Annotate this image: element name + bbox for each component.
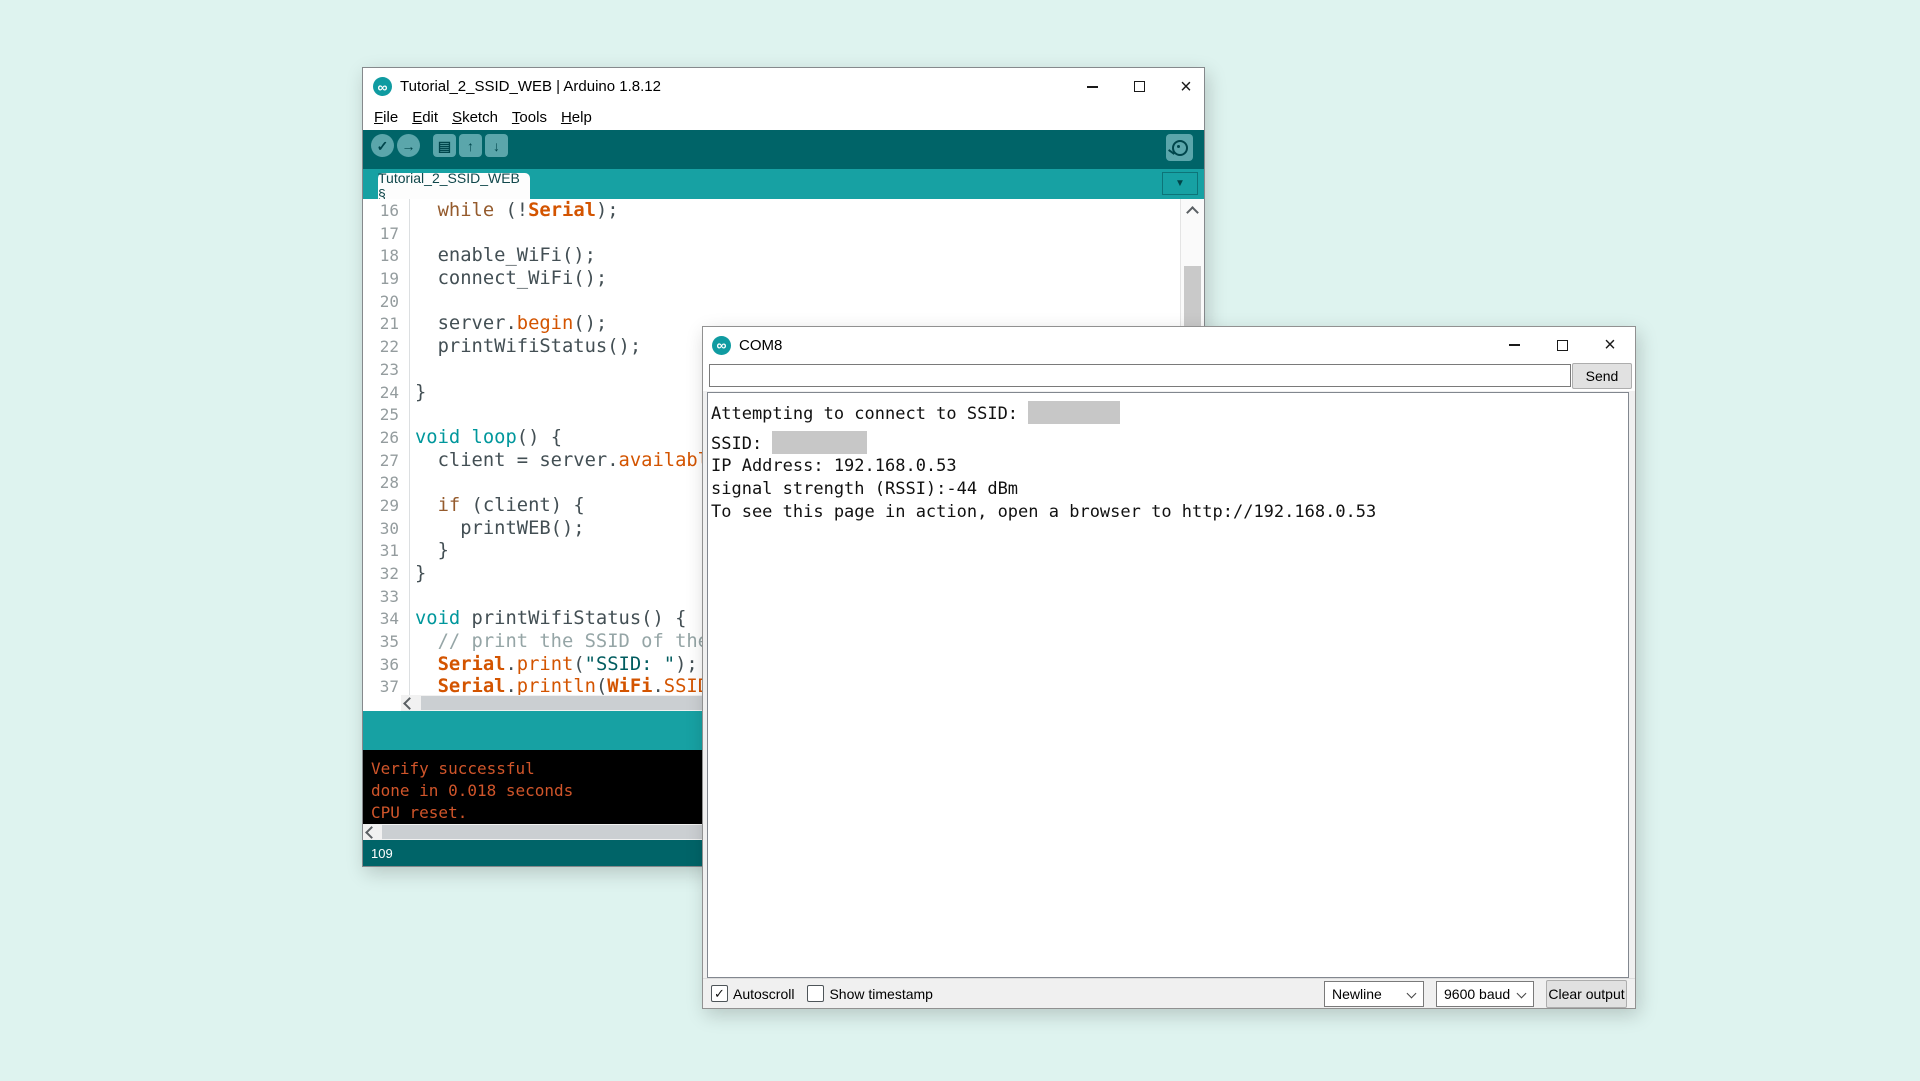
maximize-icon: [1134, 81, 1145, 92]
line-ending-dropdown[interactable]: Newline: [1324, 981, 1424, 1007]
clear-output-button[interactable]: Clear output: [1546, 980, 1627, 1008]
serial-output-line: signal strength (RSSI):-44 dBm: [711, 478, 1628, 501]
line-number: 18: [363, 245, 409, 268]
line-number: 35: [363, 631, 409, 654]
serial-minimize-button[interactable]: [1507, 338, 1521, 352]
menu-bar: FileEditSketchToolsHelp: [363, 105, 1204, 130]
scroll-left-icon: [365, 826, 378, 839]
toolbar-buttons: ✓ → ▤ ↑ ↓: [371, 134, 511, 157]
line-number: 29: [363, 495, 409, 518]
code-line-19: 19 connect_WiFi();: [363, 268, 1204, 291]
line-number: 22: [363, 336, 409, 359]
line-number: 24: [363, 382, 409, 405]
verify-button[interactable]: ✓: [371, 134, 394, 157]
autoscroll-checkbox[interactable]: ✓: [711, 985, 728, 1002]
line-number: 17: [363, 223, 409, 246]
code-line-20: 20: [363, 291, 1204, 314]
autoscroll-label: Autoscroll: [733, 986, 794, 1002]
line-number: 28: [363, 472, 409, 495]
baud-rate-dropdown[interactable]: 9600 baud: [1436, 981, 1534, 1007]
arduino-logo-icon: ∞: [712, 336, 731, 355]
ide-maximize-button[interactable]: [1132, 80, 1146, 94]
serial-output-line: To see this page in action, open a brows…: [711, 501, 1628, 524]
baud-rate-value: 9600 baud: [1444, 986, 1510, 1002]
code-line-16: 16 while (!Serial);: [363, 200, 1204, 223]
serial-bottom-bar: ✓ Autoscroll Show timestamp Newline 9600…: [703, 978, 1635, 1008]
new-sketch-icon: ▤: [438, 139, 451, 153]
verify-icon: ✓: [377, 139, 389, 153]
upload-icon: →: [402, 139, 416, 153]
chevron-down-icon: [1517, 988, 1527, 998]
chevron-down-icon: [1407, 988, 1417, 998]
tab-list-dropdown-button[interactable]: ▼: [1162, 172, 1198, 195]
line-number: 26: [363, 427, 409, 450]
minimize-icon: [1509, 344, 1520, 346]
serial-output-area[interactable]: Attempting to connect to SSID: SSID: IP …: [707, 392, 1629, 978]
tab-strip: Tutorial_2_SSID_WEB § ▼: [363, 169, 1204, 199]
serial-title-bar[interactable]: ∞ COM8 ×: [703, 327, 1635, 363]
menu-help[interactable]: Help: [554, 109, 599, 126]
line-number: 19: [363, 268, 409, 291]
line-number: 30: [363, 518, 409, 541]
line-number: 31: [363, 540, 409, 563]
serial-output-line: SSID:: [711, 426, 1628, 456]
arduino-logo-icon: ∞: [373, 77, 392, 96]
line-number: 23: [363, 359, 409, 382]
upload-button[interactable]: →: [397, 134, 420, 157]
ide-toolbar: ✓ → ▤ ↑ ↓: [363, 130, 1204, 169]
menu-sketch[interactable]: Sketch: [445, 109, 505, 126]
ide-minimize-button[interactable]: [1085, 80, 1099, 94]
menu-file[interactable]: File: [367, 109, 405, 126]
serial-input-row: Send: [703, 363, 1635, 391]
ide-title-bar[interactable]: ∞ Tutorial_2_SSID_WEB | Arduino 1.8.12 ×: [363, 68, 1204, 105]
show-timestamp-label: Show timestamp: [829, 986, 932, 1002]
serial-input[interactable]: [709, 364, 1571, 387]
line-number: 37: [363, 676, 409, 695]
serial-monitor-button[interactable]: [1166, 134, 1193, 161]
serial-monitor-window: ∞ COM8 × Send Attempting to connect to S…: [702, 326, 1636, 1009]
scroll-up-icon: [1186, 206, 1199, 219]
open-button[interactable]: ↑: [459, 134, 482, 157]
menu-tools[interactable]: Tools: [505, 109, 554, 126]
open-icon: ↑: [467, 139, 474, 153]
line-number: 25: [363, 404, 409, 427]
redacted-text: [772, 431, 867, 454]
show-timestamp-checkbox[interactable]: [807, 985, 824, 1002]
save-icon: ↓: [493, 139, 500, 153]
tab-tutorial-2-ssid-web[interactable]: Tutorial_2_SSID_WEB §: [378, 173, 530, 199]
serial-output-line: IP Address: 192.168.0.53: [711, 455, 1628, 478]
serial-output-line: Attempting to connect to SSID:: [711, 396, 1628, 426]
line-number: 33: [363, 586, 409, 609]
magnifier-icon: [1172, 140, 1188, 156]
send-button[interactable]: Send: [1572, 363, 1632, 389]
serial-window-title: COM8: [739, 337, 782, 354]
code-line-17: 17: [363, 223, 1204, 246]
line-ending-value: Newline: [1332, 986, 1382, 1002]
minimize-icon: [1087, 86, 1098, 88]
line-number: 34: [363, 608, 409, 631]
line-number: 16: [363, 200, 409, 223]
line-number: 27: [363, 450, 409, 473]
serial-close-button[interactable]: ×: [1603, 338, 1617, 352]
menu-edit[interactable]: Edit: [405, 109, 445, 126]
redacted-text: [1028, 401, 1120, 424]
current-line-number: 109: [371, 846, 393, 861]
line-number: 20: [363, 291, 409, 314]
maximize-icon: [1557, 340, 1568, 351]
line-number: 36: [363, 654, 409, 677]
line-number: 21: [363, 313, 409, 336]
serial-maximize-button[interactable]: [1555, 338, 1569, 352]
save-button[interactable]: ↓: [485, 134, 508, 157]
new-sketch-button[interactable]: ▤: [433, 134, 456, 157]
code-line-18: 18 enable_WiFi();: [363, 245, 1204, 268]
ide-close-button[interactable]: ×: [1179, 80, 1193, 94]
line-number: 32: [363, 563, 409, 586]
ide-window-title: Tutorial_2_SSID_WEB | Arduino 1.8.12: [400, 78, 661, 95]
